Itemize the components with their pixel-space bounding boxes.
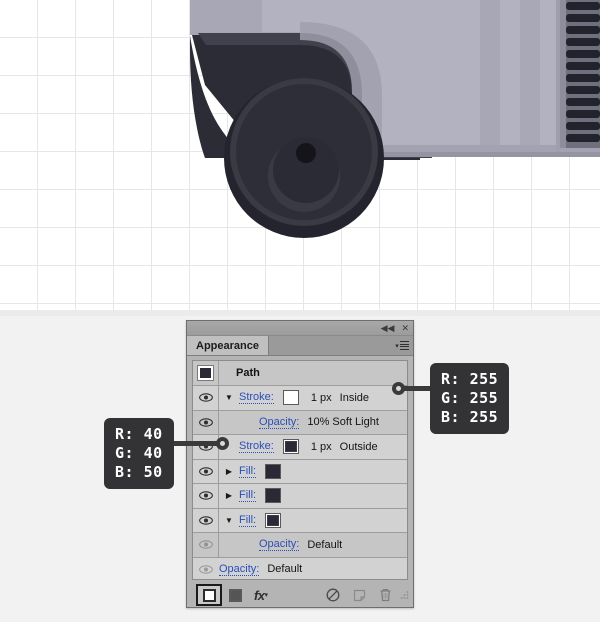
clear-appearance-icon	[326, 588, 340, 602]
fill-label[interactable]: Fill:	[239, 465, 257, 478]
panel-footer-toolbar: fx ▾	[187, 583, 413, 607]
clear-appearance-button[interactable]	[320, 584, 346, 606]
stroke-alignment: Inside	[339, 391, 370, 404]
fill-label[interactable]: Fill:	[239, 514, 257, 527]
object-thumbnail	[197, 365, 214, 381]
eye-icon	[198, 540, 213, 549]
target-marker-stroke-outside	[216, 437, 229, 450]
eye-icon	[198, 516, 213, 525]
tab-filler	[268, 336, 391, 355]
stroke-weight: 1 px	[310, 391, 332, 404]
stroke-color-swatch[interactable]	[282, 390, 299, 406]
stroke-weight: 1 px	[310, 440, 332, 453]
artboard-bottom-strip	[0, 310, 600, 316]
disclosure-triangle-icon[interactable]: ▶	[219, 491, 239, 500]
stroke-label[interactable]: Stroke:	[239, 440, 274, 454]
opacity-label[interactable]: Opacity:	[219, 563, 260, 576]
close-icon[interactable]: ✕	[401, 323, 409, 333]
stroke-color-swatch[interactable]	[282, 439, 299, 455]
appearance-row-fill-3[interactable]: ▼ Fill:	[193, 508, 407, 533]
appearance-row-fill-1[interactable]: ▶ Fill:	[193, 459, 407, 484]
appearance-row-fill-2[interactable]: ▶ Fill:	[193, 484, 407, 509]
eye-icon	[199, 565, 213, 574]
panel-menu-icon[interactable]: ▾	[391, 336, 413, 355]
new-fill-icon	[228, 588, 242, 602]
fx-icon: fx	[253, 587, 265, 603]
opacity-label[interactable]: Opacity:	[259, 538, 300, 552]
new-stroke-icon	[202, 588, 216, 602]
tab-appearance[interactable]: Appearance	[187, 336, 269, 355]
vehicle-corner-illustration	[190, 0, 600, 238]
eye-icon	[198, 467, 213, 476]
visibility-toggle[interactable]	[193, 435, 219, 459]
visibility-toggle[interactable]	[193, 410, 219, 434]
appearance-row-fill-3-opacity[interactable]: Opacity: Default	[193, 533, 407, 558]
opacity-label[interactable]: Opacity:	[259, 416, 300, 429]
fill-color-swatch[interactable]	[265, 512, 282, 528]
opacity-value: 10% Soft Light	[307, 416, 379, 429]
add-new-stroke-button[interactable]	[196, 584, 222, 606]
add-new-fill-button[interactable]	[222, 584, 248, 606]
eye-icon	[198, 491, 213, 500]
disclosure-triangle-icon[interactable]: ▼	[219, 393, 239, 402]
panel-titlebar: ◀◀ ✕	[187, 321, 413, 336]
appearance-row-stroke-inside-opacity[interactable]: Opacity: 10% Soft Light	[193, 410, 407, 435]
chevron-down-icon: ▾	[264, 592, 269, 599]
duplicate-item-button[interactable]	[346, 584, 372, 606]
fill-color-swatch[interactable]	[265, 488, 282, 504]
screenshot-root: ◀◀ ✕ Appearance ▾ Path ▼ Stroke: 1 px In…	[0, 0, 600, 622]
chevron-down-icon: ▾	[395, 342, 399, 350]
visibility-toggle[interactable]	[193, 484, 219, 508]
appearance-panel[interactable]: ◀◀ ✕ Appearance ▾ Path ▼ Stroke: 1 px In…	[186, 320, 414, 608]
target-marker-stroke-inside	[392, 382, 405, 395]
duplicate-icon	[353, 589, 365, 601]
appearance-row-stroke-inside[interactable]: ▼ Stroke: 1 px Inside	[193, 386, 407, 411]
visibility-toggle[interactable]	[193, 459, 219, 483]
stroke-label[interactable]: Stroke:	[239, 391, 274, 405]
color-callout-right: R: 255 G: 255 B: 255	[430, 363, 510, 434]
leader-line-left	[168, 441, 222, 446]
visibility-toggle[interactable]	[193, 533, 219, 557]
disclosure-triangle-icon[interactable]: ▼	[219, 516, 239, 525]
eye-icon	[198, 418, 213, 427]
trash-icon	[380, 589, 390, 602]
target-thumbnail-cell	[193, 361, 219, 385]
visibility-toggle[interactable]	[193, 558, 219, 580]
visibility-toggle[interactable]	[193, 386, 219, 410]
appearance-target-row[interactable]: Path	[193, 361, 407, 386]
opacity-value: Default	[307, 538, 343, 551]
appearance-row-object-opacity[interactable]: Opacity: Default	[193, 557, 407, 580]
visibility-toggle[interactable]	[193, 508, 219, 532]
hamburger-icon	[399, 341, 409, 350]
artboard-canvas[interactable]	[0, 0, 600, 310]
eye-icon	[198, 393, 213, 402]
appearance-list[interactable]: Path ▼ Stroke: 1 px Inside Opacity: 10% …	[192, 360, 408, 580]
add-effect-button[interactable]: fx ▾	[248, 584, 274, 606]
color-callout-left: R: 40 G: 40 B: 50	[104, 418, 174, 489]
tab-appearance-label: Appearance	[196, 339, 259, 352]
panel-tab-row: Appearance ▾	[187, 336, 413, 356]
opacity-value: Default	[267, 563, 303, 576]
delete-item-button[interactable]	[372, 584, 398, 606]
disclosure-triangle-icon[interactable]: ▶	[219, 467, 239, 476]
collapse-icon[interactable]: ◀◀	[381, 323, 395, 333]
page-title: Path	[236, 367, 260, 379]
resize-grip-icon[interactable]	[398, 589, 410, 601]
fill-label[interactable]: Fill:	[239, 489, 257, 503]
fill-color-swatch[interactable]	[265, 463, 282, 479]
stroke-alignment: Outside	[339, 440, 378, 453]
